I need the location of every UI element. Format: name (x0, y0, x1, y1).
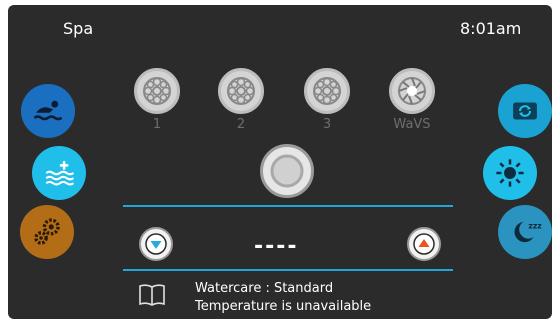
jet-icon (313, 77, 341, 105)
light-button[interactable] (483, 146, 537, 200)
water-plus-icon (45, 161, 75, 186)
triangle-up-icon (413, 233, 435, 255)
sync-icon (513, 102, 537, 120)
pump-2-button[interactable] (218, 68, 264, 114)
spa-control-screen: Spa 8:01am zzz 1 2 3 WaVS ---- Watercare… (8, 5, 552, 319)
pump-1-label: 1 (152, 117, 162, 132)
svg-text:zzz: zzz (528, 222, 542, 231)
manual-button[interactable] (138, 283, 166, 307)
pump-3-button[interactable] (304, 68, 350, 114)
book-icon (139, 284, 165, 306)
jet-icon (143, 77, 171, 105)
pump-1-button[interactable] (134, 68, 180, 114)
wavs-button[interactable] (389, 68, 435, 114)
watercare-status: Watercare : Standard (195, 281, 334, 296)
cycle-button[interactable] (498, 84, 552, 138)
temperature-up-button[interactable] (407, 227, 441, 261)
page-title: Spa (63, 19, 94, 38)
ring-icon (270, 154, 304, 188)
sleep-button[interactable]: zzz (498, 205, 552, 259)
swimmer-icon (33, 100, 63, 121)
brightness-icon (496, 159, 524, 187)
divider-bottom (123, 269, 453, 271)
settings-button[interactable] (20, 205, 74, 259)
clock: 8:01am (460, 19, 522, 38)
triangle-down-icon (145, 233, 167, 255)
jet-icon (227, 77, 255, 105)
pump-3-label: 3 (322, 117, 332, 132)
gears-icon (34, 218, 60, 245)
pump-2-label: 2 (236, 117, 246, 132)
divider-top (123, 205, 453, 207)
temperature-display: ---- (254, 234, 299, 259)
heat-button[interactable] (32, 146, 86, 200)
temperature-status: Temperature is unavailable (195, 299, 372, 314)
wave-jet-icon (398, 77, 426, 105)
center-ring-button[interactable] (260, 144, 314, 198)
temperature-down-button[interactable] (139, 227, 173, 261)
swim-button[interactable] (21, 84, 75, 138)
wavs-label: WaVS (393, 117, 431, 132)
moon-sleep-icon: zzz (514, 222, 542, 243)
